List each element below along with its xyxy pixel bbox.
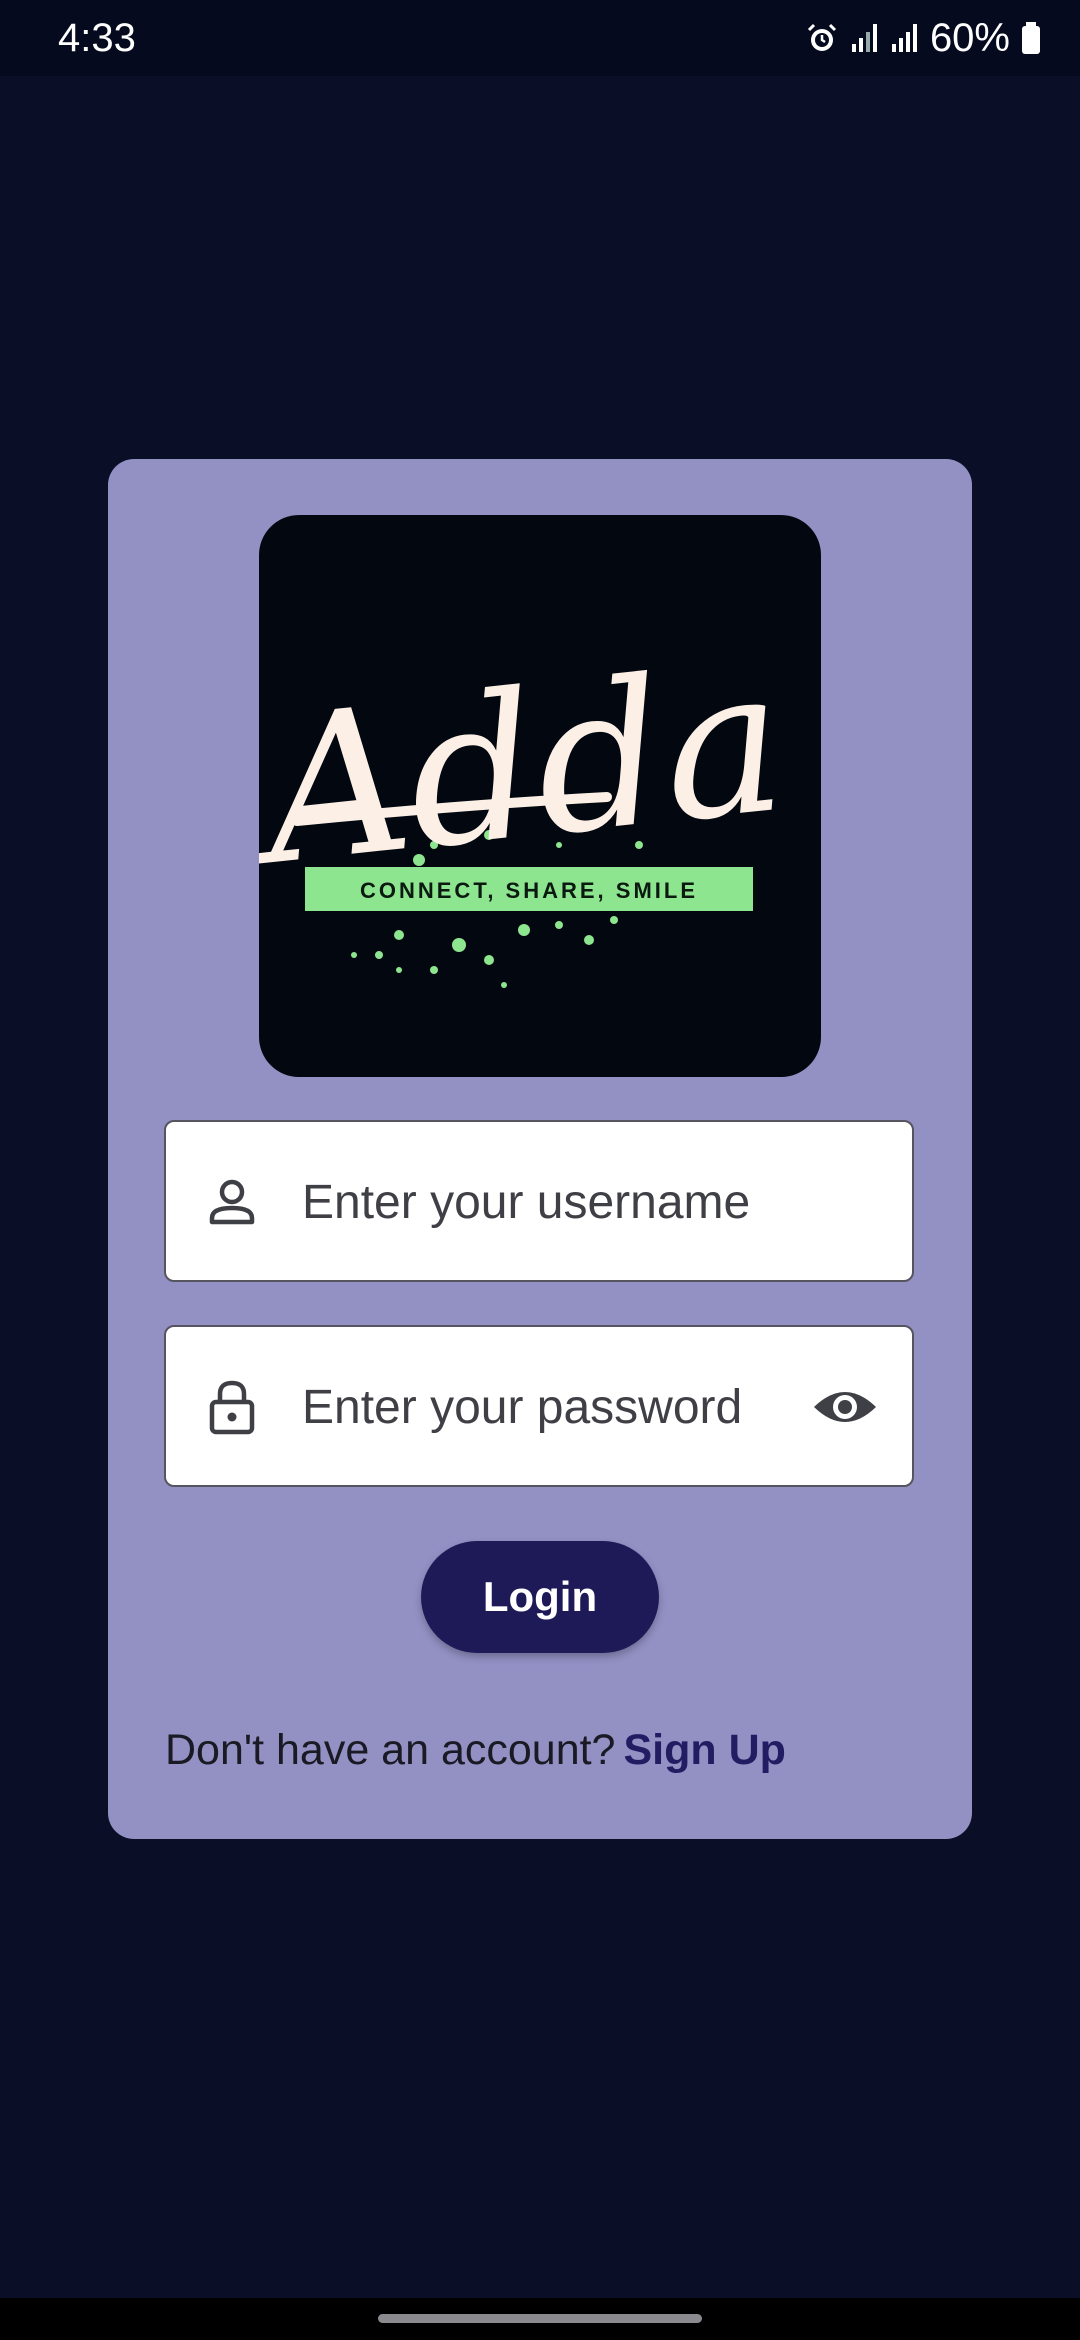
battery-icon <box>1022 22 1040 54</box>
lock-icon <box>209 1380 255 1435</box>
password-input[interactable] <box>300 1327 844 1487</box>
app-logo: CONNECT, SHARE, SMILE Adda <box>259 515 821 1077</box>
login-button[interactable]: Login <box>421 1541 659 1653</box>
signal-icon <box>851 24 877 52</box>
status-bar: 4:33 60% <box>0 0 1080 76</box>
status-icons: 60% <box>804 14 1042 62</box>
person-icon <box>209 1179 255 1225</box>
battery-percent: 60% <box>929 15 1010 60</box>
password-field[interactable] <box>164 1325 914 1487</box>
logo-image: CONNECT, SHARE, SMILE Adda <box>259 624 795 988</box>
eye-icon[interactable] <box>812 1379 878 1435</box>
signup-prompt: Don't have an account? <box>165 1726 616 1774</box>
signup-link[interactable]: Sign Up <box>623 1726 785 1775</box>
username-field[interactable] <box>164 1120 914 1282</box>
alarm-icon <box>807 23 836 51</box>
username-input[interactable] <box>300 1122 844 1282</box>
home-indicator[interactable] <box>378 2314 702 2323</box>
status-time: 4:33 <box>58 16 136 60</box>
signup-row: Don't have an account? Sign Up <box>165 1726 786 1775</box>
signal-icon <box>891 24 917 52</box>
